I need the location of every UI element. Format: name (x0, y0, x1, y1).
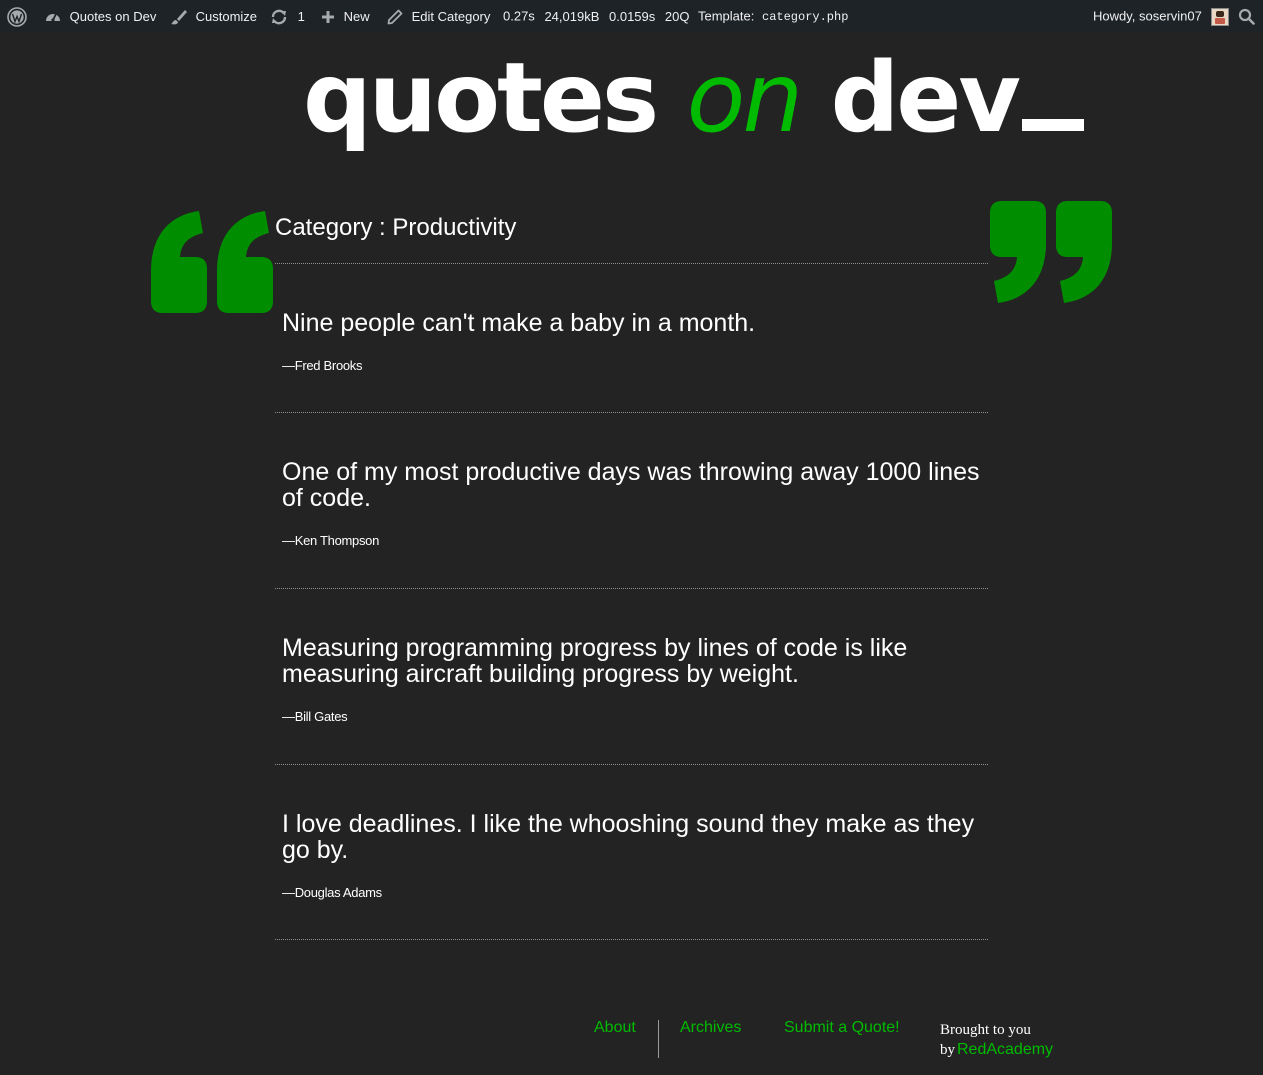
quote-entry: Measuring programming progress by lines … (275, 589, 988, 765)
edit-category-label: Edit Category (411, 8, 491, 24)
stat-query-time: 0.0159s (609, 8, 656, 24)
credit-by: by (940, 1042, 955, 1058)
refresh-icon (271, 9, 287, 24)
quote-author: —Fred Brooks (282, 358, 363, 373)
logo-cursor-underscore (1021, 119, 1084, 131)
search-icon (1238, 8, 1255, 25)
template-label: Template: (698, 8, 755, 24)
dashboard-icon (46, 13, 60, 22)
avatar (1210, 7, 1229, 26)
plus-icon (322, 10, 334, 23)
new-label: New (343, 8, 370, 24)
quote-entry: Nine people can't make a baby in a month… (275, 264, 988, 413)
quote-text: Nine people can't make a baby in a month… (282, 309, 756, 337)
footer-divider (658, 1020, 659, 1058)
footer-link-archives[interactable]: Archives (680, 1019, 741, 1037)
new-content-link[interactable]: New (320, 0, 370, 32)
credit-line-1: Brought to you (940, 1022, 1031, 1038)
quote-text: One of my most productive days was throw… (282, 458, 980, 512)
customize-label: Customize (195, 8, 258, 24)
logo-word-on: on (686, 42, 804, 154)
stat-memory: 24,019kB (544, 8, 600, 24)
brush-icon (171, 9, 187, 24)
quote-entry: I love deadlines. I like the whooshing s… (275, 765, 988, 940)
category-content: Category : Productivity Nine people can'… (275, 205, 988, 940)
site-logo[interactable]: quotes on dev (303, 48, 1084, 148)
customize-link[interactable]: Customize (170, 0, 257, 32)
admin-bar: Quotes on Dev Customize 1 New Edit Categ… (0, 0, 1263, 32)
wordpress-menu[interactable] (7, 0, 27, 32)
quote-text: I love deadlines. I like the whooshing s… (282, 810, 975, 864)
stat-queries: 20Q (664, 8, 690, 24)
red-academy-link[interactable]: RedAcademy (957, 1041, 1053, 1058)
quote-text: Measuring programming progress by lines … (282, 634, 908, 688)
quote-author: —Ken Thompson (282, 533, 380, 548)
page-title: Category : Productivity (275, 205, 988, 264)
footer-credit: Brought to you by RedAcademy (940, 1021, 1053, 1060)
footer-link-submit-quote[interactable]: Submit a Quote! (784, 1019, 900, 1037)
logo-word-quotes: quotes (303, 42, 659, 154)
updates-count: 1 (297, 8, 305, 24)
admin-search-button[interactable] (1238, 0, 1255, 32)
template-info[interactable]: Template: category.php (698, 0, 848, 32)
template-file: category.php (762, 9, 849, 24)
footer-link-about[interactable]: About (594, 1019, 636, 1037)
quote-author: —Douglas Adams (282, 885, 382, 900)
site-name-link[interactable]: Quotes on Dev (44, 0, 156, 32)
edit-category-link[interactable]: Edit Category (386, 0, 490, 32)
site-name-label: Quotes on Dev (69, 8, 157, 24)
updates-link[interactable]: 1 (270, 0, 305, 32)
howdy-label: Howdy, soservin07 (1093, 8, 1202, 24)
stat-time: 0.27s (503, 8, 535, 24)
wordpress-icon (7, 6, 27, 27)
open-quote-icon (151, 211, 273, 313)
logo-word-dev: dev (830, 42, 1021, 154)
my-account-link[interactable]: Howdy, soservin07 (1093, 0, 1229, 32)
close-quote-icon (990, 201, 1112, 303)
pencil-icon (387, 9, 403, 24)
debug-stats[interactable]: 0.27s 24,019kB 0.0159s 20Q (503, 0, 689, 32)
quote-entry: One of my most productive days was throw… (275, 413, 988, 589)
quote-author: —Bill Gates (282, 709, 348, 724)
